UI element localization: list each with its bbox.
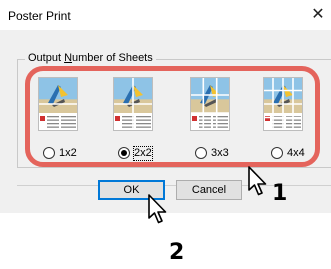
group-label: Output Number of Sheets	[25, 51, 156, 65]
pointer-cursor-icon	[148, 194, 167, 224]
step-2-marker: 2	[169, 240, 185, 265]
dialog-title: Poster Print	[8, 9, 71, 23]
title-bar: Poster Print ✕	[0, 0, 331, 30]
pointer-cursor-icon	[248, 166, 267, 196]
close-icon[interactable]: ✕	[306, 3, 330, 27]
selection-highlight	[25, 66, 320, 167]
step-1-marker: 1	[272, 181, 288, 206]
cancel-button[interactable]: Cancel	[176, 180, 242, 200]
